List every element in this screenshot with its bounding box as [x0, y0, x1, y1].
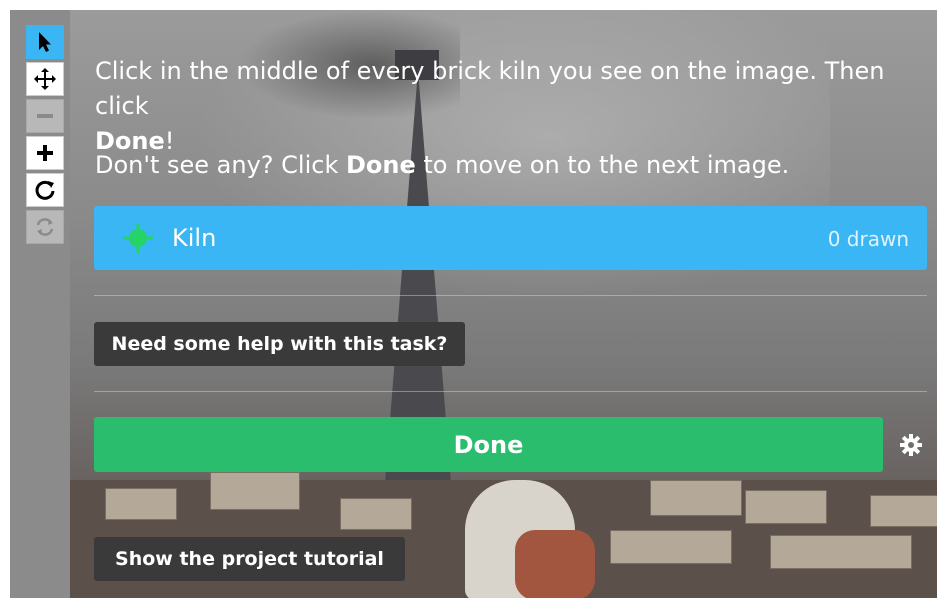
reset-button[interactable]	[26, 210, 64, 244]
classifier-viewport: Click in the middle of every brick kiln …	[10, 10, 937, 598]
crosshair-point-icon	[123, 223, 153, 253]
kiln-tool-option[interactable]: Kiln 0 drawn	[94, 206, 927, 270]
task-instructions-secondary: Don't see any? Click Done to move on to …	[95, 151, 790, 179]
image-toolbar	[26, 25, 68, 247]
zoom-out-button[interactable]	[26, 99, 64, 133]
done-button[interactable]: Done	[94, 417, 883, 472]
task-instructions: Click in the middle of every brick kiln …	[95, 57, 885, 155]
zoom-in-button[interactable]	[26, 136, 64, 170]
divider	[94, 295, 927, 296]
move-tool-button[interactable]	[26, 62, 64, 96]
show-tutorial-button[interactable]: Show the project tutorial	[94, 537, 405, 581]
rotate-button[interactable]	[26, 173, 64, 207]
kiln-tool-label: Kiln	[172, 224, 217, 252]
rotate-icon	[35, 180, 55, 200]
pointer-icon	[39, 32, 51, 52]
zoom-in-icon	[37, 145, 53, 161]
pointer-tool-button[interactable]	[26, 25, 64, 59]
instruction-text: Click in the middle of every brick kiln …	[95, 57, 885, 120]
need-help-button[interactable]: Need some help with this task?	[94, 322, 465, 366]
zoom-out-icon	[37, 114, 53, 118]
move-icon	[34, 68, 56, 90]
screenshot-frame: Click in the middle of every brick kiln …	[0, 0, 942, 601]
instruction-done-word-2: Done	[345, 151, 416, 179]
gear-icon[interactable]	[899, 433, 923, 457]
divider	[94, 391, 927, 392]
kiln-drawn-count: 0 drawn	[827, 227, 909, 251]
reset-icon	[36, 218, 54, 236]
